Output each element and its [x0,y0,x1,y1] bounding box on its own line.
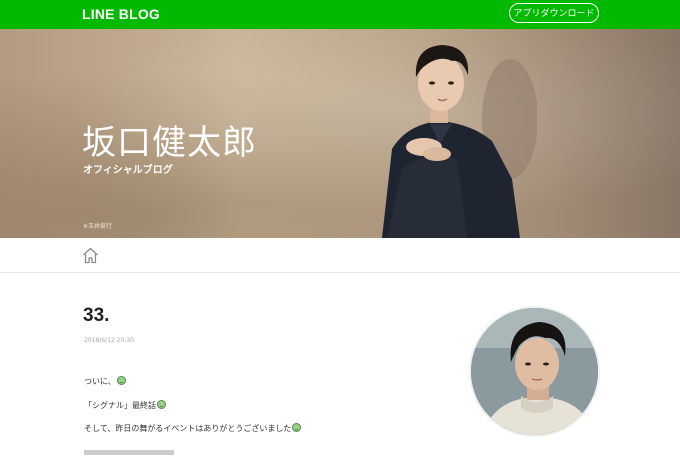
profile-avatar[interactable] [469,306,600,437]
crying-emoji-icon [157,399,166,409]
hero-portrait [382,45,537,238]
home-icon[interactable] [82,247,99,264]
nav-row [0,238,680,273]
line-blog-logo[interactable]: LINE BLOG [82,6,160,22]
post-date: 2018/6/12 20:30 [84,337,134,344]
top-bar: LINE BLOG アプリダウンロード [0,0,680,29]
hero-banner: 坂口健太郎 オフィシャルブログ ※玉井俊行 [0,29,680,238]
post-line: 「シグナル」最終話 [84,399,301,424]
post-title[interactable]: 33. [83,305,109,327]
post-line-cut [84,447,301,457]
post-line: ついに、 [84,376,301,400]
avatar-image [471,308,598,435]
hero-title: 坂口健太郎 [82,123,257,163]
app-download-button[interactable]: アプリダウンロード [509,3,599,23]
post-body: ついに、 「シグナル」最終話 そして、昨日の舞がるイベントはありがとうございまし… [84,376,302,457]
crying-emoji-icon [292,423,302,432]
post-line: そして、昨日の舞がるイベントはありがとうございました [84,423,302,447]
photo-credit: ※玉井俊行 [83,223,113,230]
hero-subtitle: オフィシャルブログ [83,165,173,176]
crying-emoji-icon [116,376,126,385]
